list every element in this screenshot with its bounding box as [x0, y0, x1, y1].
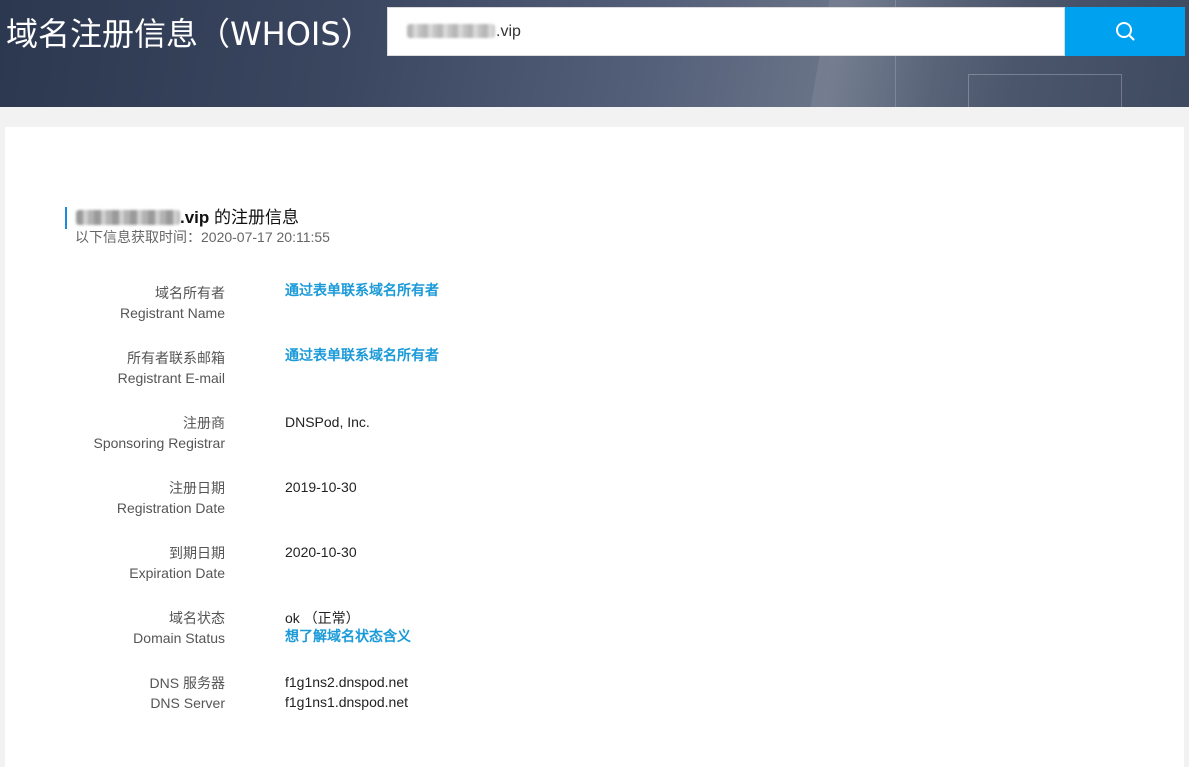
contact-owner-link[interactable]: 通过表单联系域名所有者	[285, 280, 439, 300]
banner-decoration	[968, 74, 1122, 107]
value-domain-status: ok （正常）	[285, 610, 360, 626]
search-button[interactable]	[1065, 7, 1185, 56]
domain-tld: .vip	[180, 208, 210, 227]
contact-owner-email-link[interactable]: 通过表单联系域名所有者	[285, 345, 439, 365]
label-registrant-email-en: Registrant E-mail	[117, 370, 225, 386]
label-registration-date-cn: 注册日期	[169, 480, 225, 496]
label-expiration-date-cn: 到期日期	[169, 545, 225, 561]
label-expiration-date-en: Expiration Date	[129, 565, 225, 581]
label-dns-server-cn: DNS 服务器	[149, 675, 225, 691]
header-banner: 域名注册信息（WHOIS）	[0, 0, 1189, 107]
label-registrant-name-cn: 域名所有者	[155, 285, 225, 301]
label-registrar-en: Sponsoring Registrar	[93, 435, 225, 451]
value-registration-date: 2019-10-30	[285, 479, 357, 495]
domain-status-info-link[interactable]: 想了解域名状态含义	[285, 626, 411, 646]
heading-suffix: 的注册信息	[209, 208, 300, 227]
page-title: 域名注册信息（WHOIS）	[6, 15, 373, 53]
label-registrant-name-en: Registrant Name	[119, 305, 225, 321]
label-dns-server-en: DNS Server	[150, 695, 225, 711]
blurred-domain-name	[76, 210, 180, 225]
fetch-time: 以下信息获取时间：2020-07-17 20:11:55	[75, 229, 330, 245]
label-registrant-email-cn: 所有者联系邮箱	[127, 350, 225, 366]
domain-heading: .vip 的注册信息	[65, 207, 299, 229]
search-icon	[1116, 22, 1135, 41]
label-registration-date-en: Registration Date	[116, 500, 225, 516]
label-domain-status-en: Domain Status	[133, 630, 225, 646]
label-registrar-cn: 注册商	[183, 415, 225, 431]
value-dns-server-2: f1g1ns1.dnspod.net	[285, 694, 408, 710]
blurred-domain-name	[407, 24, 495, 38]
value-dns-server-1: f1g1ns2.dnspod.net	[285, 674, 408, 690]
value-expiration-date: 2020-10-30	[285, 544, 357, 560]
value-registrar: DNSPod, Inc.	[285, 414, 370, 430]
label-domain-status-cn: 域名状态	[169, 610, 225, 626]
